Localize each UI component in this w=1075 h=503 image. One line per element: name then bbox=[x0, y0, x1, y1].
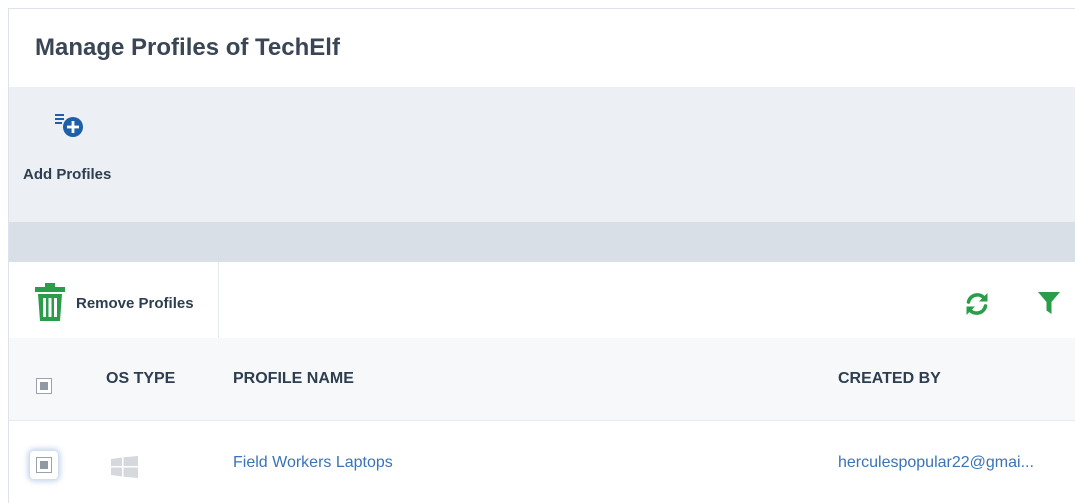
add-profile-icon bbox=[55, 114, 83, 137]
remove-profiles-button[interactable]: Remove Profiles bbox=[9, 262, 219, 338]
refresh-icon[interactable] bbox=[963, 290, 991, 318]
profiles-panel: Manage Profiles of TechElf Add Profiles bbox=[8, 8, 1075, 503]
table-row: Field Workers Laptops herculespopular22@… bbox=[9, 421, 1075, 503]
remove-profiles-label: Remove Profiles bbox=[76, 295, 194, 312]
row-checkbox[interactable] bbox=[36, 457, 52, 473]
profile-name-link[interactable]: Field Workers Laptops bbox=[233, 454, 393, 472]
add-profiles-button[interactable]: Add Profiles bbox=[19, 109, 119, 189]
created-by-link[interactable]: herculespopular22@gmai... bbox=[838, 454, 1034, 472]
table-header: OS TYPE PROFILE NAME CREATED BY bbox=[9, 338, 1075, 421]
title-bar: Manage Profiles of TechElf bbox=[9, 9, 1075, 87]
trash-icon bbox=[35, 283, 65, 321]
section-divider bbox=[9, 222, 1075, 262]
add-profiles-label: Add Profiles bbox=[23, 166, 112, 183]
column-header-profile-name[interactable]: PROFILE NAME bbox=[233, 370, 354, 388]
filter-icon[interactable] bbox=[1037, 291, 1061, 315]
column-header-os-type[interactable]: OS TYPE bbox=[106, 370, 175, 388]
table-toolbar: Remove Profiles bbox=[9, 262, 1075, 338]
column-header-created-by[interactable]: CREATED BY bbox=[838, 370, 941, 388]
action-area: Add Profiles bbox=[9, 87, 1075, 222]
select-all-checkbox[interactable] bbox=[36, 378, 52, 394]
windows-icon bbox=[111, 456, 138, 478]
page-title: Manage Profiles of TechElf bbox=[35, 34, 340, 61]
